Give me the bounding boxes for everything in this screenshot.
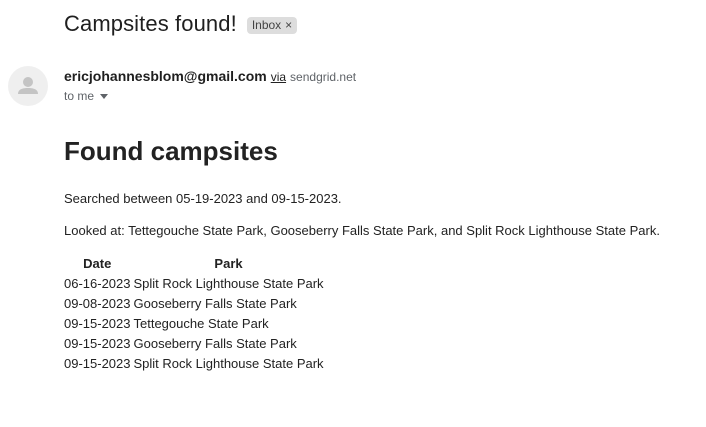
sender-email[interactable]: ericjohannesblom@gmail.com xyxy=(64,68,267,84)
subject-row: Campsites found! Inbox × xyxy=(64,11,298,37)
email-view: Campsites found! Inbox × ericjohannesblo… xyxy=(0,0,706,427)
row-date: 09-08-2023 xyxy=(64,296,131,311)
table-row: 09-15-2023 Gooseberry Falls State Park xyxy=(64,336,324,351)
label-chip-text: Inbox xyxy=(251,17,282,32)
email-subject: Campsites found! xyxy=(64,11,237,36)
email-body: Found campsites Searched between 05-19-2… xyxy=(64,136,684,376)
table-row: 09-15-2023 Tettegouche State Park xyxy=(64,316,324,331)
sender-row: ericjohannesblom@gmail.com via sendgrid.… xyxy=(64,68,356,84)
parks-searched-text: Looked at: Tettegouche State Park, Goose… xyxy=(64,223,660,238)
table-row: 09-08-2023 Gooseberry Falls State Park xyxy=(64,296,324,311)
row-park: Tettegouche State Park xyxy=(133,316,269,331)
recipient-row: to me xyxy=(64,89,109,103)
chevron-down-icon[interactable] xyxy=(100,93,109,99)
row-park: Split Rock Lighthouse State Park xyxy=(133,276,324,291)
body-heading: Found campsites xyxy=(64,136,278,166)
row-park: Gooseberry Falls State Park xyxy=(133,296,297,311)
row-date: 09-15-2023 xyxy=(64,356,131,371)
table-row: 09-15-2023 Split Rock Lighthouse State P… xyxy=(64,356,324,371)
header-date: Date xyxy=(83,256,112,271)
via-domain: sendgrid.net xyxy=(290,70,357,84)
row-date: 09-15-2023 xyxy=(64,336,131,351)
search-range-text: Searched between 05-19-2023 and 09-15-20… xyxy=(64,191,342,206)
sender-avatar[interactable] xyxy=(8,66,48,106)
header-park: Park xyxy=(214,256,243,271)
row-date: 06-16-2023 xyxy=(64,276,131,291)
person-icon xyxy=(18,77,38,94)
row-park: Split Rock Lighthouse State Park xyxy=(133,356,324,371)
close-icon[interactable]: × xyxy=(285,18,292,32)
via-link[interactable]: via xyxy=(271,70,286,84)
campsite-table: Date Park 06-16-2023 Split Rock Lighthou… xyxy=(61,251,327,376)
table-row: 06-16-2023 Split Rock Lighthouse State P… xyxy=(64,276,324,291)
table-header-row: Date Park xyxy=(64,256,324,271)
inbox-label-chip[interactable]: Inbox × xyxy=(246,16,298,34)
recipient-label: to me xyxy=(64,89,95,103)
row-park: Gooseberry Falls State Park xyxy=(133,336,297,351)
row-date: 09-15-2023 xyxy=(64,316,131,331)
